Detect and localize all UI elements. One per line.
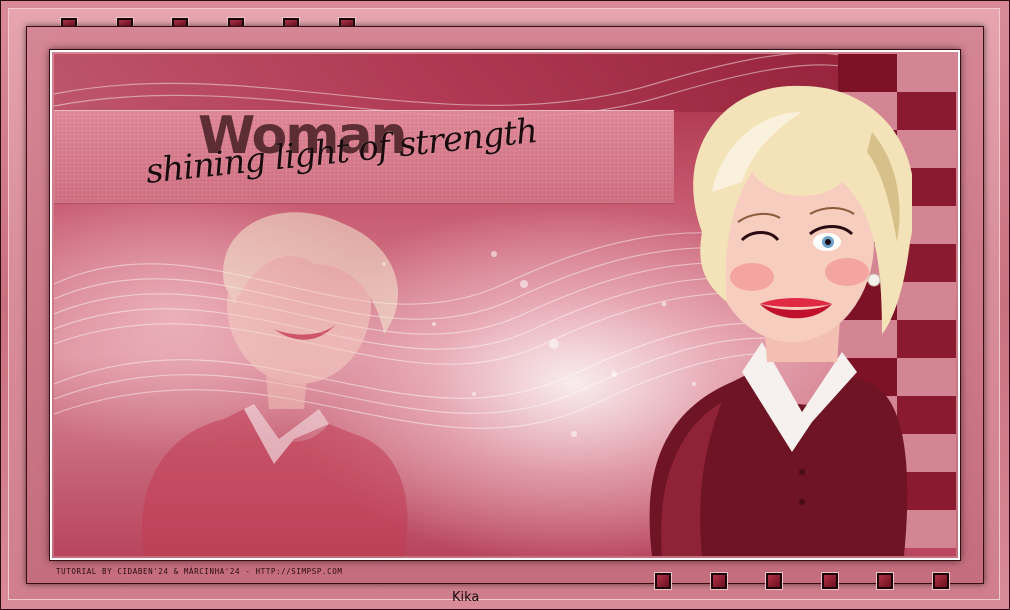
deco-square (877, 573, 893, 589)
deco-square (711, 573, 727, 589)
woman-illustration (649, 85, 912, 556)
ghost-woman-illustration (142, 212, 408, 556)
deco-square (766, 573, 782, 589)
deco-square (655, 573, 671, 589)
deco-square (933, 573, 949, 589)
artist-signature: Kika (452, 590, 480, 605)
artwork-canvas: Woman shining light of strength (54, 54, 956, 556)
deco-square (822, 573, 838, 589)
tutorial-credit: TUTORIAL BY CIDABEN'24 & MÁRCINHA'24 - H… (56, 567, 343, 576)
